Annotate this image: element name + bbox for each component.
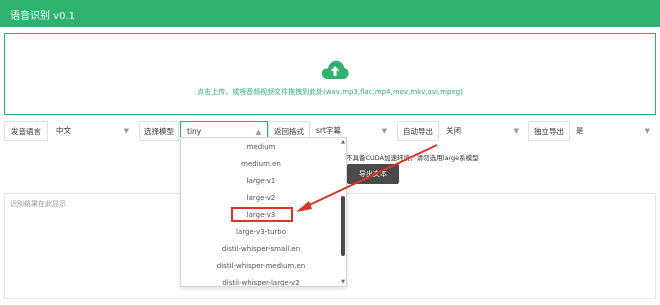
chevron-down-icon: ▼ [644,127,650,135]
app-title: 语音识别 v0.1 [10,11,75,22]
app-header: 语音识别 v0.1 [0,0,660,27]
dropdown-scrollbar[interactable] [341,196,345,256]
standalone-export-value: 是 [576,126,584,135]
model-option-medium-en[interactable]: medium.en [181,156,341,172]
language-label: 发音语言 [4,121,48,141]
scroll-up-icon[interactable]: ▲ [341,139,345,145]
format-value: srt字幕 [316,126,341,135]
result-placeholder: 识别结果在此显示 [10,200,66,208]
upload-hint: 点击上传，或将音频视频文件拖拽到此处(wav,mp3,flac,mp4,mov,… [197,88,463,96]
chevron-down-icon: ▼ [513,127,519,135]
model-option-large-v3-turbo[interactable]: large-v3-turbo [181,224,341,240]
cuda-tip: 不具备CUDA加速环境，请勿选用large系模型 [346,154,479,162]
highlight-box [231,207,293,222]
model-value: tiny [187,127,202,136]
auto-export-value: 关闭 [446,126,461,135]
auto-export-label: 自动导出 [397,121,439,141]
upload-dropzone[interactable]: 点击上传，或将音频视频文件拖拽到此处(wav,mp3,flac,mp4,mov,… [4,33,656,115]
language-value: 中文 [56,126,71,135]
model-option-large-v1[interactable]: large-v1 [181,173,341,189]
export-text-button[interactable]: 导出文本 [347,164,399,184]
model-option-medium[interactable]: medium [181,139,341,155]
model-label: 选择模型 [139,121,179,141]
model-option-distil-medium-en[interactable]: distil-whisper-medium.en [181,258,341,274]
cloud-upload-icon [321,60,349,79]
chevron-down-icon: ▼ [123,127,129,135]
model-option-distil-small-en[interactable]: distil-whisper-small.en [181,241,341,257]
language-select[interactable]: 中文 ▼ [50,121,135,141]
scroll-down-icon[interactable]: ▼ [341,279,345,285]
standalone-export-select[interactable]: 是 ▼ [570,121,656,141]
model-option-large-v2[interactable]: large-v2 [181,190,341,206]
model-option-distil-large-v2[interactable]: distil-whisper-large-v2 [181,275,341,286]
auto-export-select[interactable]: 关闭 ▼ [440,121,525,141]
chevron-down-icon: ▼ [381,127,387,135]
standalone-export-label: 独立导出 [528,121,570,141]
